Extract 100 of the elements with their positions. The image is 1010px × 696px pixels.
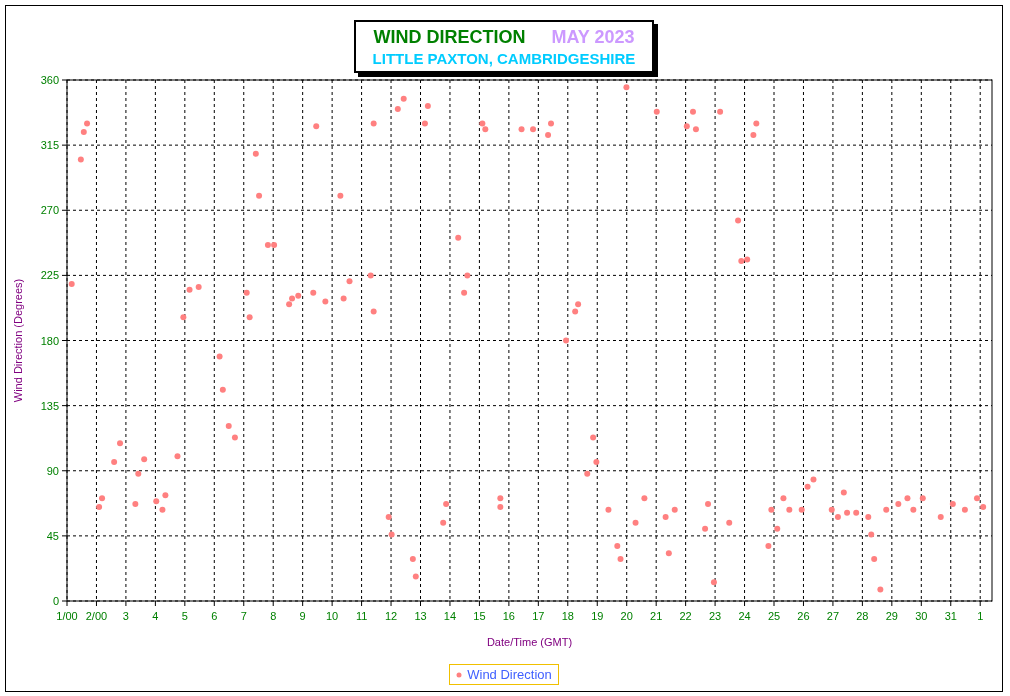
data-point: [421, 120, 428, 127]
data-point: [243, 289, 250, 296]
data-point: [840, 489, 847, 496]
data-point: [80, 129, 87, 136]
y-tick-label: 315: [40, 139, 59, 152]
data-point: [735, 217, 742, 224]
data-point: [337, 192, 344, 199]
data-point: [774, 525, 781, 532]
data-point: [584, 470, 591, 477]
data-point: [865, 514, 872, 521]
data-point: [786, 506, 793, 513]
data-point: [671, 506, 678, 513]
x-tick-label: 1/00: [56, 610, 78, 622]
data-point: [443, 501, 450, 508]
data-point: [853, 509, 860, 516]
x-tick-label: 2/00: [85, 610, 108, 622]
x-tick-label: 18: [561, 610, 574, 622]
x-tick-label: 8: [270, 610, 277, 622]
data-point: [246, 314, 253, 321]
data-point: [530, 126, 537, 133]
x-tick-label: 19: [591, 610, 604, 622]
data-point: [464, 272, 471, 279]
data-point: [424, 103, 431, 110]
data-point: [77, 156, 84, 163]
x-tick-label: 6: [211, 610, 218, 622]
data-point: [548, 120, 554, 127]
data-point: [400, 95, 407, 102]
x-tick-label: 27: [826, 610, 840, 622]
data-point: [617, 556, 624, 563]
y-axis-title: Wind Direction (Degrees): [12, 278, 24, 403]
next-month-date-label: 1: [977, 610, 984, 622]
data-point: [919, 495, 926, 502]
y-tick-label: 90: [46, 464, 59, 477]
data-point: [844, 509, 851, 516]
data-point: [135, 470, 142, 477]
x-tick-label: 30: [915, 610, 928, 622]
x-tick-label: 22: [679, 610, 692, 622]
data-point: [219, 386, 226, 393]
data-point: [367, 272, 374, 279]
data-point: [388, 531, 395, 538]
legend-marker-icon: [456, 671, 463, 678]
y-tick-label: 360: [40, 75, 59, 86]
x-tick-label: 7: [240, 610, 247, 622]
x-tick-label: 16: [502, 610, 515, 622]
x-tick-label: 28: [856, 610, 869, 622]
data-point: [174, 453, 181, 460]
data-point: [440, 519, 447, 526]
data-point: [186, 286, 193, 293]
x-tick-label: 31: [944, 610, 957, 622]
data-point: [340, 295, 347, 302]
data-point: [937, 514, 944, 521]
data-point: [256, 192, 263, 199]
data-point: [623, 84, 630, 91]
y-tick-label: 45: [46, 529, 59, 542]
x-tick-label: 21: [650, 610, 663, 622]
data-point: [545, 132, 552, 138]
data-point: [768, 506, 775, 513]
data-point: [717, 108, 724, 115]
y-tick-label: 135: [40, 399, 59, 412]
x-tick-label: 20: [620, 610, 633, 622]
x-tick-label: 11: [355, 610, 368, 622]
data-point: [883, 506, 890, 513]
data-point: [412, 573, 419, 580]
data-point: [590, 434, 597, 441]
x-tick-label: 4: [152, 610, 159, 622]
data-point: [162, 492, 169, 499]
data-point: [132, 501, 139, 508]
y-tick-label: 270: [40, 204, 59, 217]
data-point: [310, 289, 317, 296]
data-point: [141, 456, 148, 463]
data-point: [593, 459, 600, 466]
data-point: [632, 519, 639, 526]
data-point: [68, 281, 75, 288]
data-point: [370, 308, 377, 315]
data-point: [765, 543, 772, 549]
data-point: [702, 525, 709, 532]
data-point: [868, 531, 875, 538]
x-tick-label: 5: [181, 610, 188, 622]
data-point: [231, 434, 238, 441]
x-tick-label: 17: [532, 610, 545, 622]
x-tick-label: 26: [797, 610, 810, 622]
data-point: [614, 543, 621, 549]
x-tick-label: 14: [443, 610, 457, 622]
x-tick-label: 10: [326, 610, 339, 622]
x-tick-label: 25: [767, 610, 781, 622]
data-point: [346, 278, 353, 285]
x-tick-label: 12: [384, 610, 398, 622]
data-point: [180, 314, 187, 321]
data-point: [385, 514, 392, 521]
x-tick-label: 3: [122, 610, 129, 622]
data-point: [394, 105, 401, 112]
data-point: [370, 120, 377, 127]
data-point: [690, 108, 696, 115]
x-tick-label: 15: [473, 610, 486, 622]
data-point: [117, 440, 124, 447]
data-point: [84, 120, 91, 127]
x-tick-label: 13: [414, 610, 427, 622]
x-tick-label: 9: [299, 610, 306, 622]
data-point: [710, 579, 717, 586]
data-point: [692, 126, 699, 133]
